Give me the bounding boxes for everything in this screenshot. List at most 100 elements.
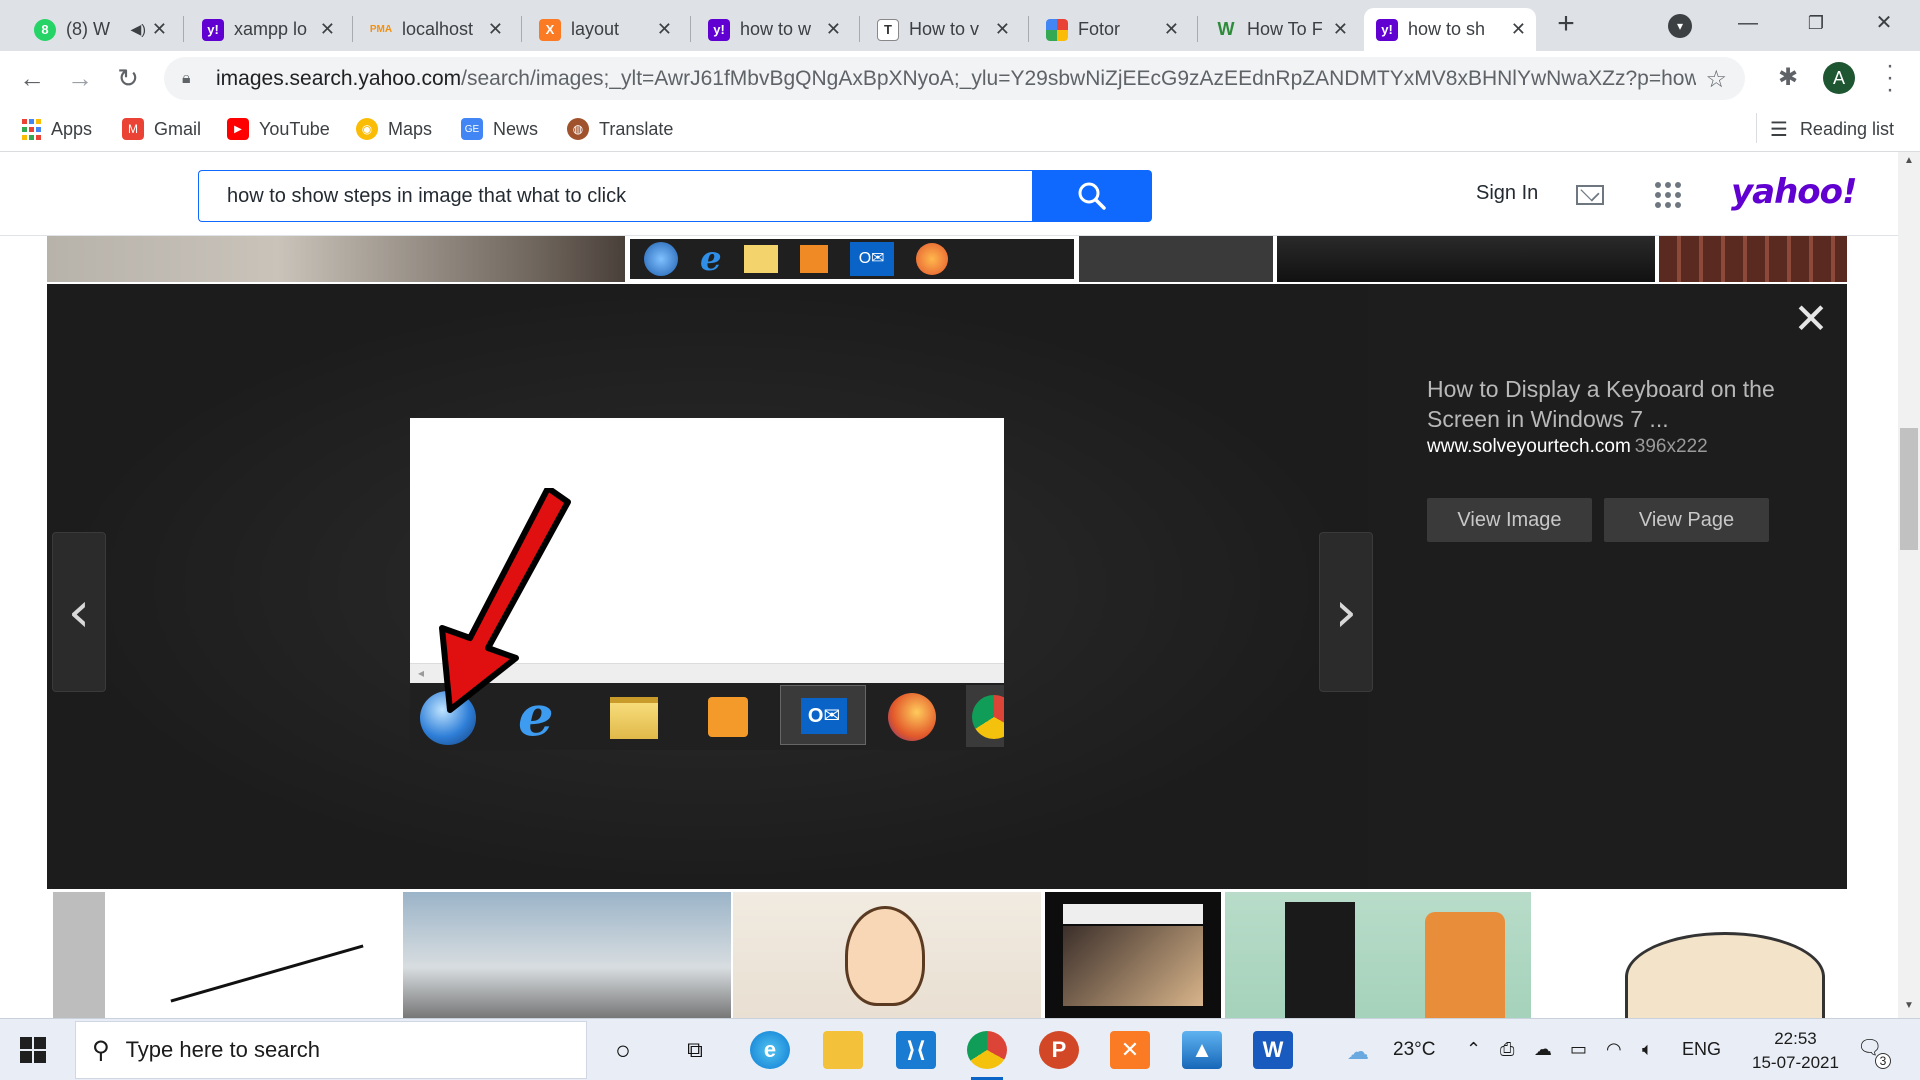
- view-image-button[interactable]: View Image: [1427, 498, 1592, 542]
- extensions-puzzle-icon[interactable]: ✱: [1778, 63, 1798, 92]
- previous-image-button[interactable]: ‹: [52, 532, 106, 692]
- result-thumbnail[interactable]: [1079, 236, 1273, 282]
- close-tab-icon[interactable]: ✕: [320, 19, 335, 40]
- chrome-icon[interactable]: [967, 1031, 1007, 1080]
- close-tab-icon[interactable]: ✕: [995, 19, 1010, 40]
- yahoo-logo[interactable]: yahoo!: [1731, 172, 1858, 212]
- photos-icon[interactable]: ▲: [1182, 1031, 1222, 1069]
- meet-now-icon[interactable]: ⎙: [1500, 1039, 1514, 1060]
- cortana-icon[interactable]: ○: [603, 1031, 643, 1069]
- tab-how-to-w[interactable]: y! how to w ✕: [696, 8, 851, 51]
- system-clock[interactable]: 22:53 15-07-2021: [1752, 1027, 1839, 1075]
- close-tab-icon[interactable]: ✕: [1164, 19, 1179, 40]
- result-thumbnail[interactable]: [47, 236, 625, 282]
- mail-icon[interactable]: [1576, 185, 1604, 205]
- tab-wikihow[interactable]: W How To F ✕: [1203, 8, 1358, 51]
- result-thumbnail[interactable]: [403, 892, 731, 1018]
- result-thumbnail-selected[interactable]: e O✉: [627, 236, 1077, 282]
- fotor-icon: [1046, 18, 1068, 41]
- bookmark-gmail[interactable]: M Gmail: [122, 114, 201, 144]
- volume-icon[interactable]: 🔈︎: [1642, 1039, 1653, 1060]
- windows-start-button[interactable]: [20, 1037, 46, 1063]
- chrome-menu-icon[interactable]: · · ·: [1880, 54, 1900, 102]
- word-icon[interactable]: W: [1253, 1031, 1293, 1069]
- result-thumbnail[interactable]: [47, 892, 403, 1018]
- next-image-button[interactable]: ›: [1319, 532, 1373, 692]
- apps-grid-icon[interactable]: [1655, 182, 1681, 208]
- forward-icon[interactable]: →: [64, 63, 96, 95]
- tab-search-icon[interactable]: ▾: [1668, 14, 1692, 38]
- address-bar[interactable]: 🔒︎ images.search.yahoo.com/search/images…: [164, 57, 1745, 100]
- tab-layout[interactable]: X layout ✕: [527, 8, 682, 51]
- result-thumbnail[interactable]: [1535, 892, 1847, 1018]
- tab-whatsapp[interactable]: 8 (8) W ◀) ✕: [22, 8, 177, 51]
- bookmark-maps[interactable]: ◉ Maps: [356, 114, 432, 144]
- result-thumbnail[interactable]: [733, 892, 1041, 1018]
- reading-list-label: Reading list: [1799, 118, 1894, 139]
- tab-fotor[interactable]: Fotor ✕: [1034, 8, 1189, 51]
- restore-icon[interactable]: ❐: [1796, 8, 1836, 38]
- scroll-up-icon[interactable]: ▲: [1898, 155, 1920, 166]
- temperature-label[interactable]: 23°C: [1393, 1039, 1435, 1061]
- file-explorer-icon[interactable]: [823, 1031, 863, 1069]
- result-thumbnail[interactable]: [1045, 892, 1221, 1018]
- result-thumbnail[interactable]: [1659, 236, 1847, 282]
- result-thumbnail[interactable]: [1277, 236, 1655, 282]
- result-thumbnail[interactable]: [1225, 892, 1531, 1018]
- bookmark-apps[interactable]: Apps: [22, 114, 92, 144]
- language-indicator[interactable]: ENG: [1682, 1039, 1721, 1060]
- profile-avatar[interactable]: A: [1823, 62, 1855, 94]
- battery-icon[interactable]: ▭: [1570, 1039, 1587, 1060]
- preview-image[interactable]: ◂ e O✉: [410, 418, 1004, 750]
- onedrive-icon[interactable]: ☁: [1534, 1039, 1552, 1060]
- notification-center-icon[interactable]: 🗨︎ 3: [1857, 1035, 1891, 1069]
- bookmark-star-icon[interactable]: ☆: [1705, 65, 1727, 94]
- phpmyadmin-icon: PMA: [369, 24, 393, 35]
- powerpoint-icon[interactable]: P: [1039, 1031, 1079, 1069]
- sign-in-link[interactable]: Sign In: [1476, 182, 1538, 205]
- tab-localhost[interactable]: PMA localhost ✕: [358, 8, 513, 51]
- bookmark-label: Maps: [388, 118, 433, 139]
- search-input[interactable]: how to show steps in image that what to …: [198, 170, 1032, 222]
- search-button[interactable]: [1032, 170, 1152, 222]
- new-tab-button[interactable]: +: [1551, 9, 1581, 40]
- scrollbar-thumb[interactable]: [1900, 428, 1918, 550]
- weather-cloud-icon[interactable]: ☁: [1347, 1039, 1369, 1065]
- close-tab-icon[interactable]: ✕: [488, 19, 503, 40]
- chevron-left-icon: ‹: [67, 579, 91, 645]
- speaker-icon[interactable]: ◀): [130, 21, 145, 38]
- tab-how-to-v[interactable]: T How to v ✕: [865, 8, 1020, 51]
- minimize-icon[interactable]: —: [1728, 8, 1768, 38]
- vscode-icon[interactable]: ⟩⟨: [896, 1031, 936, 1069]
- edge-icon[interactable]: e: [750, 1031, 790, 1069]
- search-icon: [1078, 182, 1106, 210]
- image-title[interactable]: How to Display a Keyboard on the Screen …: [1427, 374, 1807, 434]
- chevron-up-icon[interactable]: ⌃: [1466, 1039, 1481, 1060]
- wifi-icon[interactable]: ◠: [1606, 1039, 1622, 1060]
- bookmark-translate[interactable]: ◍ Translate: [567, 114, 673, 144]
- close-tab-icon[interactable]: ✕: [657, 19, 672, 40]
- view-page-button[interactable]: View Page: [1604, 498, 1769, 542]
- source-link[interactable]: www.solveyourtech.com: [1427, 436, 1631, 457]
- reading-list-button[interactable]: ☰ Reading list: [1770, 114, 1894, 144]
- task-view-icon[interactable]: ⧉: [675, 1031, 715, 1069]
- taskbar-search-box[interactable]: ⚲ Type here to search: [75, 1021, 587, 1079]
- tab-how-to-sh-active[interactable]: y! how to sh ✕: [1364, 8, 1536, 51]
- xampp-icon[interactable]: ✕: [1110, 1031, 1150, 1069]
- close-window-icon[interactable]: ✕: [1864, 8, 1904, 38]
- close-tab-icon[interactable]: ✕: [826, 19, 841, 40]
- back-icon[interactable]: ←: [16, 63, 48, 95]
- page-scrollbar[interactable]: [1898, 152, 1920, 1018]
- close-tab-icon[interactable]: ✕: [1333, 19, 1348, 40]
- scroll-down-icon[interactable]: ▼: [1898, 1000, 1920, 1011]
- reload-icon[interactable]: ↻: [112, 63, 144, 95]
- bookmark-news[interactable]: GE News: [461, 114, 538, 144]
- bookmark-label: Gmail: [154, 118, 202, 139]
- yahoo-icon: y!: [202, 18, 224, 41]
- firefox-icon: [915, 243, 948, 275]
- close-lightbox-icon[interactable]: ✕: [1793, 298, 1829, 340]
- tab-xampp-yahoo[interactable]: y! xampp lo ✕: [190, 8, 345, 51]
- close-tab-icon[interactable]: ✕: [1511, 19, 1526, 40]
- bookmark-youtube[interactable]: ▶ YouTube: [227, 114, 330, 144]
- close-tab-icon[interactable]: ✕: [152, 19, 167, 40]
